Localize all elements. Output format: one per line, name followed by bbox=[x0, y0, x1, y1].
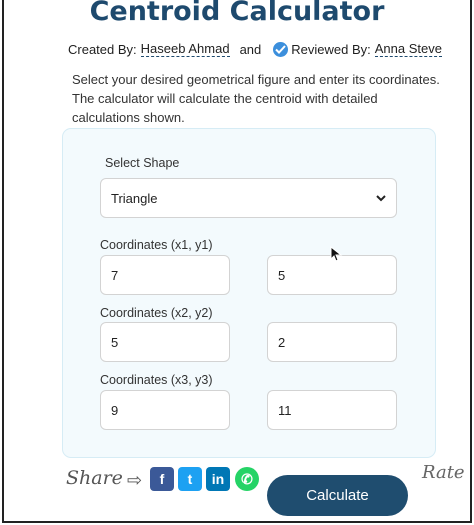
intro-text: Select your desired geometrical figure a… bbox=[72, 72, 440, 125]
x3-input[interactable] bbox=[100, 390, 230, 430]
coord2-label: Coordinates (x2, y2) bbox=[100, 306, 213, 320]
reviewer-link[interactable]: Anna Steve bbox=[374, 41, 442, 57]
byline-and: and bbox=[239, 41, 262, 57]
twitter-icon[interactable]: t bbox=[178, 467, 202, 491]
coord1-label: Coordinates (x1, y1) bbox=[100, 238, 213, 252]
coord3-label: Coordinates (x3, y3) bbox=[100, 373, 213, 387]
y3-input[interactable] bbox=[267, 390, 397, 430]
share-arrow-icon: ⇨ bbox=[127, 470, 143, 490]
x1-input[interactable] bbox=[100, 255, 230, 295]
shape-label: Select Shape bbox=[105, 156, 180, 170]
shape-select[interactable]: Triangle bbox=[100, 178, 397, 218]
verified-badge-icon bbox=[273, 41, 289, 57]
rate-label[interactable]: Rate bbox=[422, 462, 465, 483]
share-label: Share bbox=[66, 467, 123, 489]
calculate-button[interactable]: Calculate bbox=[267, 475, 408, 516]
y2-input[interactable] bbox=[267, 322, 397, 362]
page-title: Centroid Calculator bbox=[89, 0, 385, 27]
author-link[interactable]: Haseeb Ahmad bbox=[140, 41, 230, 57]
whatsapp-icon[interactable]: ✆ bbox=[235, 467, 259, 491]
shape-select-value: Triangle bbox=[111, 190, 158, 206]
mouse-cursor-icon bbox=[330, 246, 343, 262]
facebook-icon[interactable]: f bbox=[150, 467, 174, 491]
reviewed-by-label: Reviewed By: bbox=[291, 41, 371, 57]
chevron-down-icon bbox=[376, 194, 386, 201]
linkedin-icon[interactable]: in bbox=[206, 467, 230, 491]
x2-input[interactable] bbox=[100, 322, 230, 362]
byline: Created By: Haseeb Ahmad and Reviewed By… bbox=[68, 41, 442, 57]
created-by-label: Created By: bbox=[68, 41, 137, 57]
